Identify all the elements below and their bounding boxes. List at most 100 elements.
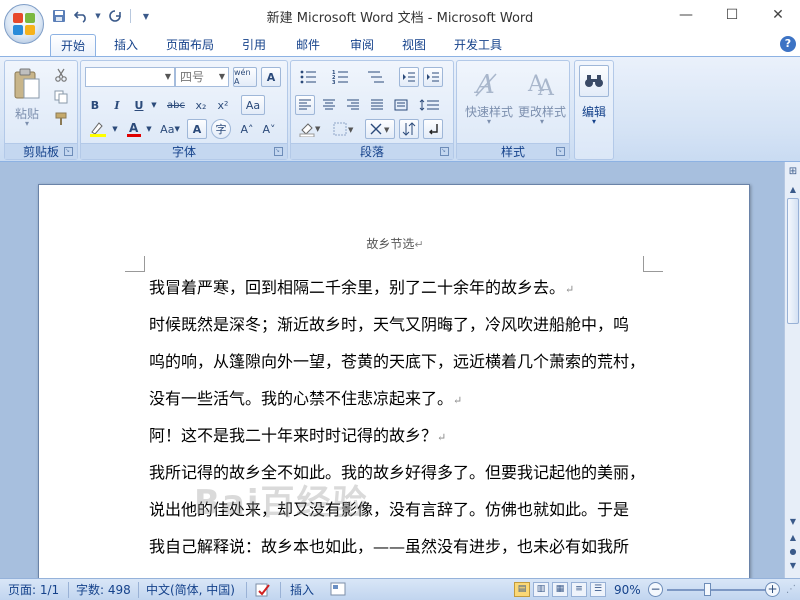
font-name-dropdown-icon[interactable]: ▼ <box>165 68 171 86</box>
word-count[interactable]: 字数: 498 <box>76 582 131 598</box>
font-size-combo[interactable]: 四号 ▼ <box>175 67 229 87</box>
change-styles-dropdown-icon[interactable]: ▾ <box>513 117 571 126</box>
tab-mailings[interactable]: 邮件 <box>286 34 330 57</box>
distributed-icon[interactable] <box>391 95 411 115</box>
document-area: 故乡节选↵ 我冒着严寒，回到相隔二千余里，别了二十余年的故乡去。↵ 时候既然是深… <box>0 162 784 578</box>
binoculars-icon[interactable] <box>579 65 609 97</box>
tab-home[interactable]: 开始 <box>50 34 97 57</box>
status-separator <box>68 582 69 598</box>
paste-dropdown-icon[interactable]: ▾ <box>7 119 47 128</box>
phonetic-guide-button[interactable]: wén A <box>233 67 257 87</box>
quick-styles-icon[interactable]: A <box>465 67 509 101</box>
proofing-icon[interactable] <box>254 582 274 598</box>
paste-icon[interactable] <box>9 65 45 103</box>
tab-page-layout[interactable]: 页面布局 <box>156 34 224 57</box>
insert-mode-indicator[interactable]: 插入 <box>290 582 314 598</box>
tab-review[interactable]: 审阅 <box>340 34 384 57</box>
multilevel-list-icon[interactable] <box>361 67 391 87</box>
highlight-icon[interactable] <box>85 119 111 139</box>
shading-icon[interactable]: ▼ <box>295 119 325 139</box>
vertical-scrollbar[interactable]: ⊞ ▲ ▼ ▲ ● ▼ <box>784 162 800 578</box>
cut-icon[interactable] <box>51 65 71 85</box>
macro-recording-icon[interactable] <box>330 582 348 598</box>
grow-font-button[interactable]: A˄ <box>237 119 257 139</box>
change-case-button[interactable]: Aa ▼ <box>155 119 185 139</box>
align-left-icon[interactable] <box>295 95 315 115</box>
align-right-icon[interactable] <box>343 95 363 115</box>
character-border-button[interactable]: A <box>261 67 281 87</box>
subscript-button[interactable]: x₂ <box>191 95 211 115</box>
draft-view-icon[interactable]: ☰ <box>590 582 606 597</box>
minimize-button[interactable]: — <box>666 0 706 30</box>
superscript-button[interactable]: x² <box>213 95 233 115</box>
chinese-layout-icon[interactable]: ▼ <box>365 119 395 139</box>
show-marks-icon[interactable] <box>423 119 443 139</box>
page-count[interactable]: 页面: 1/1 <box>8 582 59 598</box>
font-name-combo[interactable]: ▼ <box>85 67 175 87</box>
tab-view[interactable]: 视图 <box>392 34 436 57</box>
ruler-toggle-icon[interactable]: ⊞ <box>786 164 800 178</box>
previous-page-icon[interactable]: ▲ <box>786 530 800 544</box>
bullets-icon[interactable] <box>295 67 325 87</box>
full-screen-reading-view-icon[interactable]: ▥ <box>533 582 549 597</box>
justify-icon[interactable] <box>367 95 387 115</box>
clipboard-launcher-icon[interactable]: ↘ <box>64 147 73 156</box>
bold-button[interactable]: B <box>85 95 105 115</box>
document-page[interactable]: 故乡节选↵ 我冒着严寒，回到相隔二千余里，别了二十余年的故乡去。↵ 时候既然是深… <box>38 184 750 578</box>
scroll-down-icon[interactable]: ▼ <box>786 514 800 528</box>
enclose-characters-button[interactable]: 字 <box>211 119 231 139</box>
outline-view-icon[interactable]: ≡ <box>571 582 587 597</box>
styles-launcher-icon[interactable]: ↘ <box>556 147 565 156</box>
highlight-dropdown-icon[interactable]: ▼ <box>111 119 119 139</box>
ribbon-tabs: 开始 插入 页面布局 引用 邮件 审阅 视图 开发工具 ? <box>0 32 800 57</box>
help-icon[interactable]: ? <box>780 36 796 52</box>
office-button[interactable] <box>4 4 44 44</box>
character-shading-button[interactable]: A <box>187 119 207 139</box>
font-launcher-icon[interactable]: ↘ <box>274 147 283 156</box>
editing-dropdown-icon[interactable]: ▾ <box>575 117 613 126</box>
clear-formatting-button[interactable]: Aa <box>241 95 265 115</box>
underline-dropdown-icon[interactable]: ▼ <box>149 95 159 115</box>
zoom-slider-track[interactable] <box>667 589 767 591</box>
font-color-icon[interactable]: A <box>123 119 145 139</box>
document-body[interactable]: 我冒着严寒，回到相隔二千余里，别了二十余年的故乡去。↵ 时候既然是深冬；渐近故乡… <box>149 277 649 573</box>
scroll-up-icon[interactable]: ▲ <box>786 182 800 196</box>
shrink-font-button[interactable]: A˅ <box>259 119 279 139</box>
next-page-icon[interactable]: ▼ <box>786 558 800 572</box>
page-header[interactable]: 故乡节选↵ <box>39 235 751 252</box>
copy-icon[interactable] <box>51 87 71 107</box>
increase-indent-icon[interactable] <box>423 67 443 87</box>
quick-styles-dropdown-icon[interactable]: ▾ <box>459 117 519 126</box>
print-layout-view-icon[interactable]: ▤ <box>514 582 530 597</box>
paragraph-launcher-icon[interactable]: ↘ <box>440 147 449 156</box>
sort-icon[interactable] <box>399 119 419 139</box>
svg-text:▼: ▼ <box>315 125 321 133</box>
tab-references[interactable]: 引用 <box>232 34 276 57</box>
font-color-dropdown-icon[interactable]: ▼ <box>145 119 153 139</box>
zoom-out-button[interactable]: − <box>648 582 663 597</box>
scroll-thumb[interactable] <box>787 198 799 324</box>
line-4: 没有一些活气。我的心禁不住悲凉起来了。 <box>149 389 454 408</box>
line-spacing-icon[interactable] <box>415 95 445 115</box>
format-painter-icon[interactable] <box>51 109 71 129</box>
underline-button[interactable]: U <box>129 95 149 115</box>
borders-icon[interactable]: ▼ <box>329 119 359 139</box>
tab-developer[interactable]: 开发工具 <box>444 34 512 57</box>
numbering-icon[interactable]: 123 <box>327 67 357 87</box>
close-button[interactable]: ✕ <box>758 0 798 30</box>
strikethrough-button[interactable]: abc <box>163 95 189 115</box>
tab-insert[interactable]: 插入 <box>104 34 148 57</box>
font-size-dropdown-icon[interactable]: ▼ <box>219 68 225 86</box>
maximize-button[interactable]: ☐ <box>712 0 752 30</box>
zoom-in-button[interactable]: + <box>765 582 780 597</box>
language-indicator[interactable]: 中文(简体, 中国) <box>146 582 235 598</box>
zoom-level[interactable]: 90% <box>614 582 641 598</box>
web-layout-view-icon[interactable]: ▦ <box>552 582 568 597</box>
zoom-slider-knob[interactable] <box>704 583 711 596</box>
select-browse-object-icon[interactable]: ● <box>786 544 800 558</box>
resize-grip-icon[interactable]: ⋰ <box>786 582 796 598</box>
italic-button[interactable]: I <box>107 95 127 115</box>
align-center-icon[interactable] <box>319 95 339 115</box>
decrease-indent-icon[interactable] <box>399 67 419 87</box>
change-styles-icon[interactable]: AA <box>519 67 563 101</box>
